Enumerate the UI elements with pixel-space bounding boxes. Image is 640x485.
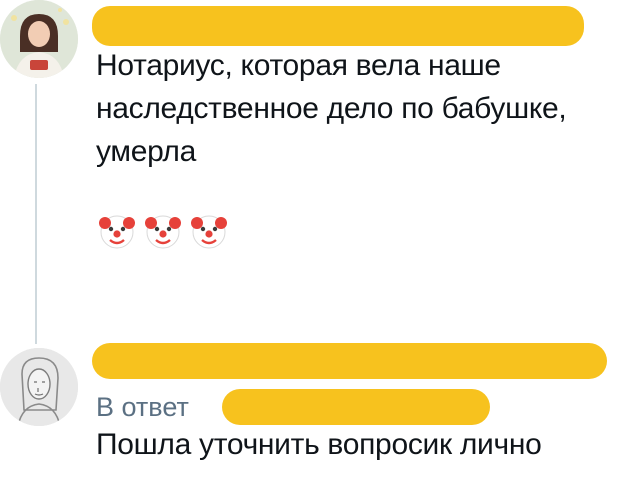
reply-text: Пошла уточнить вопросик лично: [96, 428, 542, 461]
thread-connector-line: [35, 84, 37, 344]
user-photo-icon: [0, 0, 78, 78]
clown-face-icon: [191, 215, 227, 249]
post-text-line-2: наследственное дело по бабушке,: [96, 92, 567, 125]
post-text-line-3: умерла: [96, 135, 197, 168]
clown-face-icon: [145, 215, 181, 249]
post-text-line-1: Нотариус, которая вела наше: [96, 49, 501, 82]
clown-face-icon: [99, 215, 135, 249]
avatar[interactable]: [0, 0, 78, 78]
avatar[interactable]: [0, 348, 78, 426]
reply-to-label: В ответ: [96, 392, 189, 422]
username-redaction: [92, 6, 584, 46]
user-sketch-icon: [0, 348, 78, 426]
username-redaction: [92, 343, 607, 379]
reply-to-handle-redaction[interactable]: [222, 389, 490, 425]
